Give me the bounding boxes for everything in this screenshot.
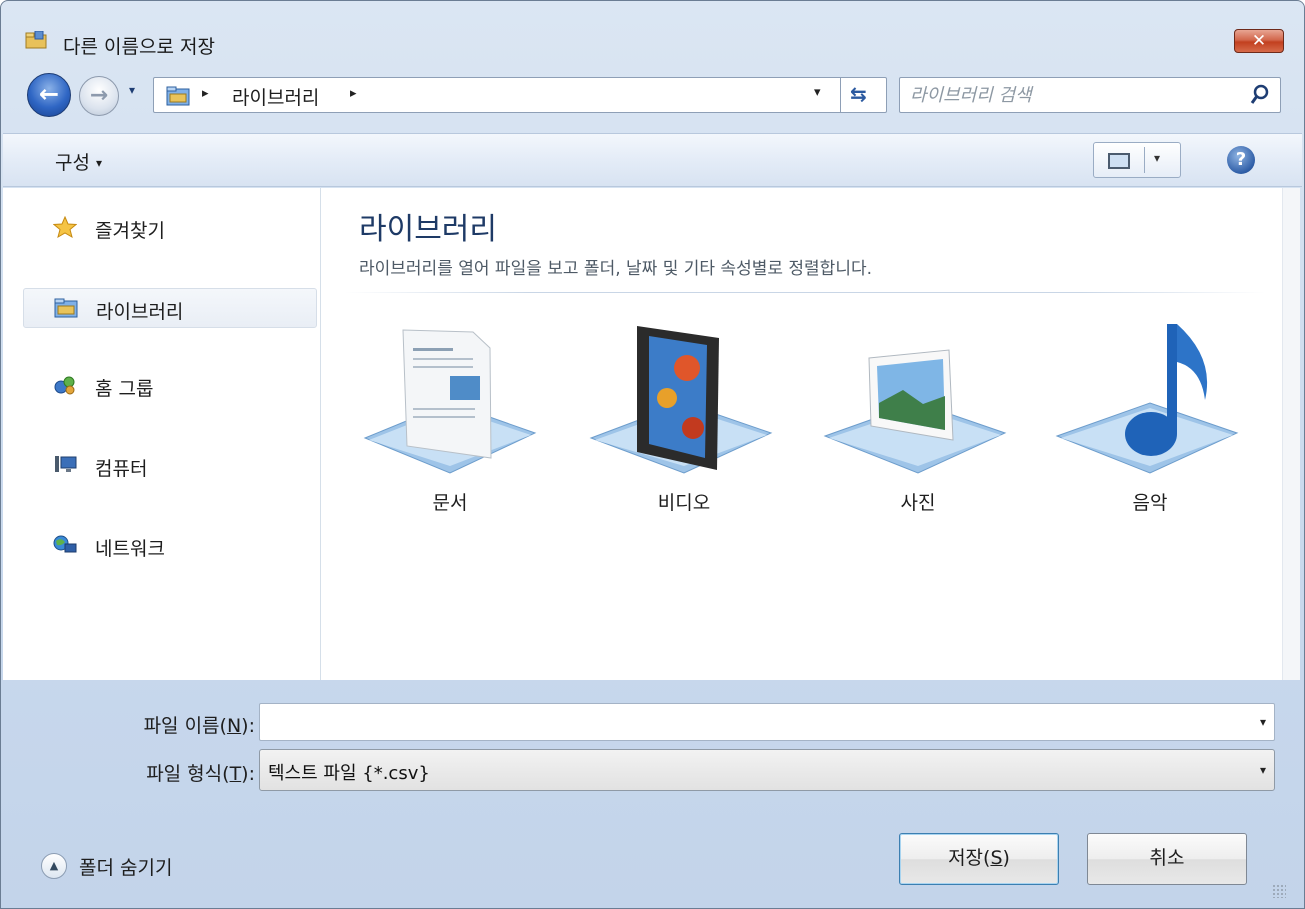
videos-icon — [589, 326, 773, 474]
organize-menu-button[interactable]: 구성 ▾ — [55, 148, 102, 175]
star-icon — [53, 216, 77, 238]
save-label: 저장( — [948, 847, 991, 869]
view-button-divider — [1144, 147, 1145, 173]
close-button[interactable]: ✕ — [1234, 29, 1284, 53]
page-description: 라이브러리를 열어 파일을 보고 폴더, 날짜 및 기타 속성별로 정렬합니다. — [359, 259, 873, 279]
save-as-dialog: 다른 이름으로 저장 ✕ ← → ▾ ▸ 라이브러리 ▸ ▾ ⇆ 라이브러리 검… — [0, 0, 1305, 909]
chevron-down-icon[interactable]: ▾ — [1260, 763, 1266, 777]
resize-grip[interactable] — [1272, 884, 1286, 898]
homegroup-icon — [54, 376, 75, 395]
address-bar[interactable]: ▸ 라이브러리 ▸ ▾ ⇆ — [153, 77, 887, 113]
filename-label: 파일 이름(N): — [81, 711, 255, 738]
refresh-icon[interactable]: ⇆ — [850, 82, 867, 106]
library-videos[interactable]: 비디오 — [589, 318, 779, 518]
navigation-pane: 즐겨찾기 라이브러리 홈 그룹 컴퓨터 네트워크 — [3, 188, 321, 680]
content-area: 즐겨찾기 라이브러리 홈 그룹 컴퓨터 네트워크 라이브러리 라이브러리를 열어… — [3, 188, 1282, 680]
pictures-icon — [823, 349, 1007, 474]
view-options-dropdown[interactable]: ▾ — [1154, 151, 1160, 165]
filename-input[interactable] — [260, 704, 1240, 738]
cancel-button[interactable]: 취소 — [1087, 833, 1247, 885]
scrollbar[interactable] — [1282, 188, 1300, 680]
change-view-button[interactable]: ▾ — [1093, 142, 1181, 178]
sidebar-item-label: 컴퓨터 — [95, 458, 148, 480]
folder-save-icon — [25, 31, 47, 49]
library-label: 문서 — [432, 492, 468, 514]
forward-button[interactable]: → — [79, 76, 119, 116]
title-bar[interactable]: 다른 이름으로 저장 ✕ — [1, 1, 1304, 59]
filename-label-suffix: ): — [241, 715, 255, 737]
sidebar-item-label: 홈 그룹 — [95, 378, 154, 400]
divider — [345, 292, 1265, 293]
library-label: 사진 — [900, 492, 936, 514]
breadcrumb-library[interactable]: 라이브러리 — [232, 83, 319, 110]
filetype-label: 파일 형식(T): — [81, 759, 255, 786]
save-accelerator: S — [990, 847, 1003, 869]
sidebar-item-label: 즐겨찾기 — [95, 220, 165, 242]
filename-label-text: 파일 이름( — [143, 715, 227, 737]
library-label: 비디오 — [657, 492, 711, 514]
filetype-label-suffix: ): — [241, 763, 255, 785]
save-button[interactable]: 저장(S) — [899, 833, 1059, 885]
filename-history-dropdown[interactable]: ▾ — [1260, 715, 1266, 729]
library-music[interactable]: 음악 — [1055, 318, 1245, 518]
documents-icon — [363, 329, 537, 474]
save-label-suffix: ) — [1002, 847, 1010, 869]
address-divider — [840, 78, 841, 112]
command-bar: 구성 ▾ ▾ ? — [3, 133, 1302, 187]
back-button[interactable]: ← — [27, 73, 71, 117]
hide-folders-label: 폴더 숨기기 — [79, 857, 173, 879]
library-icon — [166, 86, 190, 106]
music-icon — [1055, 324, 1239, 474]
filetype-select[interactable]: 텍스트 파일 {*.csv} ▾ — [259, 749, 1275, 791]
library-pane: 라이브러리 라이브러리를 열어 파일을 보고 폴더, 날짜 및 기타 속성별로 … — [323, 188, 1282, 680]
help-icon[interactable]: ? — [1227, 146, 1255, 174]
chevron-down-icon: ▾ — [95, 156, 102, 170]
collapse-icon: ▲ — [41, 853, 67, 879]
breadcrumb-separator-icon[interactable]: ▸ — [202, 86, 209, 101]
sidebar-item-homegroup[interactable]: 홈 그룹 — [23, 366, 317, 406]
navigation-bar: ← → ▾ ▸ 라이브러리 ▸ ▾ ⇆ — [1, 67, 1304, 119]
search-icon[interactable] — [1250, 84, 1270, 106]
sidebar-item-favorites[interactable]: 즐겨찾기 — [23, 208, 317, 248]
page-title: 라이브러리 — [359, 212, 497, 247]
sidebar-item-libraries[interactable]: 라이브러리 — [23, 288, 317, 328]
network-icon — [53, 535, 77, 553]
library-label: 음악 — [1132, 492, 1168, 514]
computer-icon — [55, 456, 77, 472]
sidebar-item-label: 라이브러리 — [96, 301, 184, 323]
window-title: 다른 이름으로 저장 — [63, 36, 215, 58]
back-arrow-icon: ← — [38, 80, 60, 108]
recent-pages-dropdown[interactable]: ▾ — [129, 83, 135, 97]
sidebar-item-label: 네트워크 — [95, 538, 165, 560]
sidebar-item-network[interactable]: 네트워크 — [23, 526, 317, 566]
filename-field[interactable]: ▾ — [259, 703, 1275, 741]
filetype-value: 텍스트 파일 {*.csv} — [268, 763, 430, 784]
library-documents[interactable]: 문서 — [355, 318, 545, 518]
view-icon[interactable] — [1108, 153, 1130, 169]
library-icon — [54, 298, 78, 318]
filetype-accelerator: T — [229, 763, 242, 785]
library-pictures[interactable]: 사진 — [823, 318, 1013, 518]
filetype-label-text: 파일 형식( — [146, 763, 230, 785]
forward-arrow-icon: → — [89, 83, 109, 108]
search-input[interactable] — [910, 80, 1230, 110]
sidebar-item-computer[interactable]: 컴퓨터 — [23, 446, 317, 486]
search-box[interactable] — [899, 77, 1281, 113]
address-history-dropdown[interactable]: ▾ — [814, 85, 821, 100]
filename-accelerator: N — [226, 715, 242, 737]
organize-label: 구성 — [55, 152, 90, 174]
breadcrumb-separator-icon[interactable]: ▸ — [350, 86, 357, 101]
